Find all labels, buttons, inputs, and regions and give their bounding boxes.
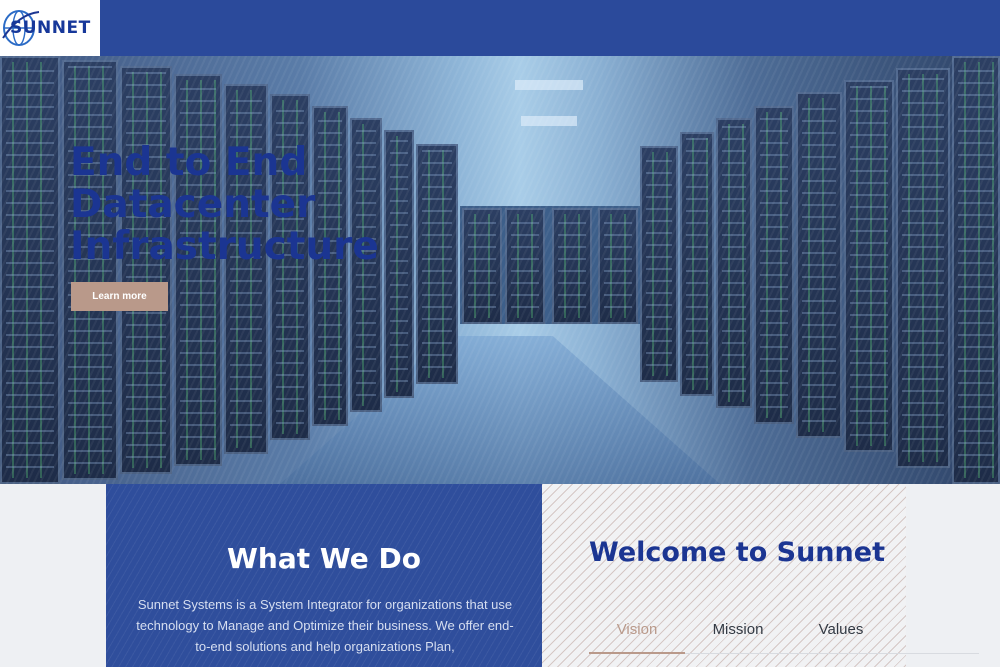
what-we-do-description: Sunnet Systems is a System Integrator fo… (136, 597, 514, 654)
tab-mission[interactable]: Mission (699, 618, 777, 654)
tab-vision[interactable]: Vision (589, 618, 685, 654)
welcome-title: Welcome to Sunnet (589, 537, 885, 568)
learn-more-button[interactable]: Learn more (71, 282, 168, 311)
sunnet-logo[interactable]: SUNNET (0, 0, 100, 56)
tab-values[interactable]: Values (803, 618, 879, 654)
vision-mission-values-tabs: Vision Mission Values (589, 618, 979, 654)
hero-banner: End to End Datacenter Infrastructure Lea… (0, 56, 1000, 484)
logo-text: SUNNET (10, 18, 91, 38)
hero-overlay (0, 56, 1000, 484)
what-we-do-title: What We Do (227, 542, 421, 575)
hero-title: End to End Datacenter Infrastructure (70, 140, 379, 269)
top-navigation-bar (0, 0, 1000, 56)
what-we-do-section: What We Do Sunnet Systems is a System In… (106, 484, 542, 667)
